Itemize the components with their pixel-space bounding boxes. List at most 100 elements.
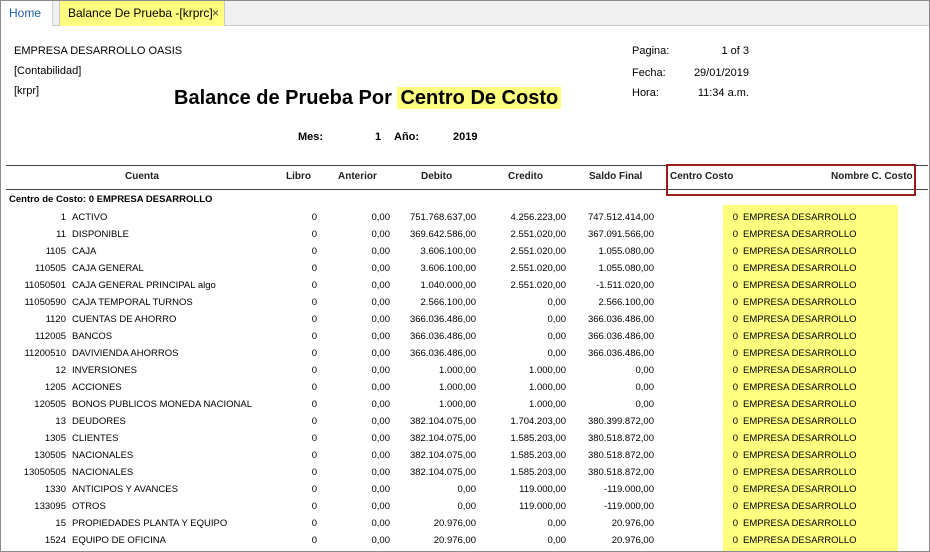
centro-costo-name: EMPRESA DESARROLLO <box>743 416 857 427</box>
col-saldo-final: Saldo Final <box>589 171 643 182</box>
date-label: Fecha: <box>632 67 666 79</box>
credito-value: 1.585.203,00 <box>510 467 566 478</box>
credito-value: 2.551.020,00 <box>510 280 566 291</box>
account-name: CAJA GENERAL PRINCIPAL algo <box>72 280 216 291</box>
centro-costo-value: 0 <box>732 535 738 546</box>
credito-value: 2.551.020,00 <box>510 229 566 240</box>
tab-home[interactable]: Home <box>1 1 53 26</box>
credito-value: 0,00 <box>547 518 567 529</box>
centro-costo-name: EMPRESA DESARROLLO <box>743 501 857 512</box>
saldo-final-value: 0,00 <box>635 382 655 393</box>
centro-costo-value: 0 <box>732 331 738 342</box>
table-row: 1330 ANTICIPOS Y AVANCES 0 0,00 0,00 119.000,… <box>1 482 929 499</box>
centro-costo-value: 0 <box>732 212 738 223</box>
centro-costo-value: 0 <box>732 314 738 325</box>
table-row: 1305 CLIENTES 0 0,00 382.104.075,00 1.585.203… <box>1 431 929 448</box>
table-row: 110505 CAJA GENERAL 0 0,00 3.606.100,00 2.551… <box>1 261 929 278</box>
account-code: 12 <box>55 365 66 376</box>
libro-value: 0 <box>311 450 317 461</box>
centro-costo-name: EMPRESA DESARROLLO <box>743 365 857 376</box>
debito-value: 0,00 <box>457 501 477 512</box>
credito-value: 119.000,00 <box>519 501 566 512</box>
anterior-value: 0,00 <box>371 280 391 291</box>
saldo-final-value: 747.512.414,00 <box>587 212 654 223</box>
account-code: 1524 <box>44 535 66 546</box>
centro-costo-highlight-box <box>666 164 916 196</box>
centro-costo-value: 0 <box>732 246 738 257</box>
centro-costo-value: 0 <box>732 467 738 478</box>
account-name: BANCOS <box>72 331 113 342</box>
centro-costo-name: EMPRESA DESARROLLO <box>743 229 857 240</box>
anterior-value: 0,00 <box>371 399 391 410</box>
libro-value: 0 <box>311 484 317 495</box>
centro-costo-name: EMPRESA DESARROLLO <box>743 263 857 274</box>
centro-costo-name: EMPRESA DESARROLLO <box>743 246 857 257</box>
account-name: CAJA TEMPORAL TURNOS <box>72 297 193 308</box>
account-name: DISPONIBLE <box>72 229 130 240</box>
date-value: 29/01/2019 <box>693 67 749 79</box>
centro-costo-name: EMPRESA DESARROLLO <box>743 535 857 546</box>
debito-value: 2.566.100,00 <box>420 297 476 308</box>
account-name: DAVIVIENDA AHORROS <box>72 348 179 359</box>
account-name: NACIONALES <box>72 467 134 478</box>
anterior-value: 0,00 <box>371 518 391 529</box>
centro-costo-value: 0 <box>732 450 738 461</box>
report-title: Balance de Prueba Por Centro De Costo <box>174 87 562 110</box>
credito-value: 4.256.223,00 <box>510 212 566 223</box>
report-viewer: EMPRESA DESARROLLO OASIS [Contabilidad] … <box>1 27 929 551</box>
table-row: 112005 BANCOS 0 0,00 366.036.486,00 0,00 366.0… <box>1 329 929 346</box>
saldo-final-value: 367.091.566,00 <box>587 229 654 240</box>
saldo-final-value: 0,00 <box>635 399 655 410</box>
saldo-final-value: 380.518.872,00 <box>587 467 654 478</box>
account-code: 1 <box>60 212 66 223</box>
account-code: 11 <box>56 229 66 240</box>
anterior-value: 0,00 <box>371 365 391 376</box>
account-code: 13 <box>55 416 66 427</box>
centro-costo-name: EMPRESA DESARROLLO <box>743 314 857 325</box>
account-code: 1305 <box>44 433 66 444</box>
credito-value: 119.000,00 <box>519 484 566 495</box>
libro-value: 0 <box>311 518 317 529</box>
col-debito: Debito <box>421 171 453 182</box>
saldo-final-value: 1.055.080,00 <box>598 263 654 274</box>
table-row: 11050590 CAJA TEMPORAL TURNOS 0 0,00 2.566.1… <box>1 295 929 312</box>
saldo-final-value: 380.399.872,00 <box>587 416 654 427</box>
account-code: 15 <box>55 518 66 529</box>
centro-costo-value: 0 <box>732 348 738 359</box>
table-row: 120505 BONOS PUBLICOS MONEDA NACIONAL 0 0,0… <box>1 397 929 414</box>
debito-value: 1.000,00 <box>439 399 476 410</box>
table-row: 11050501 CAJA GENERAL PRINCIPAL algo 0 0,00… <box>1 278 929 295</box>
centro-costo-value: 0 <box>732 263 738 274</box>
saldo-final-value: 366.036.486,00 <box>587 314 654 325</box>
anterior-value: 0,00 <box>371 212 391 223</box>
group-header: Centro de Costo: 0 EMPRESA DESARROLLO <box>9 194 213 205</box>
centro-costo-value: 0 <box>732 382 738 393</box>
table-row: 13 DEUDORES 0 0,00 382.104.075,00 1.704.203,0… <box>1 414 929 431</box>
account-code: 112005 <box>35 331 66 342</box>
anterior-value: 0,00 <box>371 501 391 512</box>
anterior-value: 0,00 <box>371 229 391 240</box>
account-name: DEUDORES <box>72 416 126 427</box>
close-icon[interactable]: × <box>212 1 219 25</box>
account-code: 1120 <box>45 314 66 325</box>
month-label: Mes: <box>298 131 324 143</box>
libro-value: 0 <box>311 433 317 444</box>
col-credito: Credito <box>508 171 543 182</box>
centro-costo-name: EMPRESA DESARROLLO <box>743 348 857 359</box>
libro-value: 0 <box>311 535 317 546</box>
saldo-final-value: -1.511.020,00 <box>596 280 654 291</box>
credito-value: 1.000,00 <box>529 382 566 393</box>
time-label: Hora: <box>632 87 659 99</box>
debito-value: 382.104.075,00 <box>409 450 476 461</box>
debito-value: 366.036.486,00 <box>409 314 476 325</box>
account-code: 11050590 <box>24 297 66 308</box>
credito-value: 0,00 <box>547 535 567 546</box>
page-label: Pagina: <box>632 45 670 57</box>
libro-value: 0 <box>311 467 317 478</box>
libro-value: 0 <box>311 263 317 274</box>
account-code: 133095 <box>34 501 66 512</box>
tab-balance-de-prueba[interactable]: Balance De Prueba -[krprc] × <box>59 1 225 26</box>
centro-costo-value: 0 <box>732 297 738 308</box>
account-code: 11050501 <box>24 280 66 291</box>
col-libro: Libro <box>286 171 311 182</box>
